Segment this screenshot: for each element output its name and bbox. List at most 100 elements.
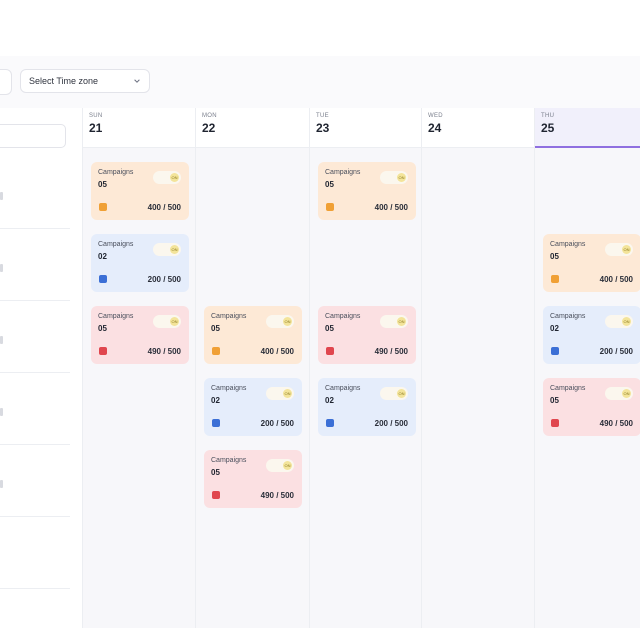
campaign-toggle[interactable]: ON [605, 243, 633, 256]
top-header-area [0, 0, 640, 56]
campaign-toggle[interactable]: ON [153, 315, 181, 328]
campaign-count: 02 [550, 324, 559, 333]
campaign-count: 02 [98, 252, 107, 261]
campaign-toggle[interactable]: ON [380, 315, 408, 328]
toggle-knob: ON [170, 245, 179, 254]
campaign-card[interactable]: Campaigns 05 ON 490 / 500 [318, 306, 416, 364]
campaign-ratio: 490 / 500 [260, 491, 294, 500]
campaign-ratio: 400 / 500 [260, 347, 294, 356]
day-number-label: 24 [428, 121, 442, 135]
campaign-title: Campaigns [550, 241, 586, 248]
campaign-icon [551, 275, 559, 283]
campaign-toggle[interactable]: ON [153, 243, 181, 256]
left-divider [0, 228, 70, 229]
campaign-count: 02 [325, 396, 334, 405]
day-of-week-label: WED [428, 113, 443, 119]
left-divider [0, 372, 70, 373]
campaign-count: 05 [211, 468, 220, 477]
campaign-card[interactable]: Campaigns 05 ON 490 / 500 [91, 306, 189, 364]
campaign-card[interactable]: Campaigns 02 ON 200 / 500 [543, 306, 640, 364]
campaign-ratio: 400 / 500 [374, 203, 408, 212]
toggle-knob: ON [170, 317, 179, 326]
campaign-toggle[interactable]: ON [605, 387, 633, 400]
campaign-toggle[interactable]: ON [266, 459, 294, 472]
campaign-count: 05 [98, 324, 107, 333]
campaign-count: 05 [325, 180, 334, 189]
day-number-label: 25 [541, 121, 555, 135]
timezone-select[interactable]: Select Time zone [20, 69, 150, 93]
day-of-week-label: MON [202, 113, 217, 119]
campaign-icon [326, 419, 334, 427]
campaign-toggle[interactable]: ON [380, 387, 408, 400]
left-panel [0, 108, 82, 628]
campaign-title: Campaigns [325, 313, 361, 320]
toggle-knob: ON [622, 245, 631, 254]
chevron-down-icon [134, 79, 140, 83]
campaign-toggle[interactable]: ON [605, 315, 633, 328]
campaign-toggle[interactable]: ON [153, 171, 181, 184]
left-divider [0, 444, 70, 445]
left-row-marker [0, 336, 3, 344]
campaign-toggle[interactable]: ON [266, 387, 294, 400]
campaign-card[interactable]: Campaigns 05 ON 490 / 500 [543, 378, 640, 436]
campaign-card[interactable]: Campaigns 02 ON 200 / 500 [91, 234, 189, 292]
toggle-knob: ON [170, 173, 179, 182]
campaign-title: Campaigns [98, 169, 134, 176]
campaign-icon [99, 203, 107, 211]
campaign-toggle[interactable]: ON [266, 315, 294, 328]
left-row-marker [0, 192, 3, 200]
day-header[interactable]: WED 24 [422, 108, 534, 148]
campaign-card[interactable]: Campaigns 05 ON 400 / 500 [91, 162, 189, 220]
left-row-marker [0, 408, 3, 416]
campaign-title: Campaigns [550, 385, 586, 392]
campaign-card[interactable]: Campaigns 05 ON 490 / 500 [204, 450, 302, 508]
campaign-ratio: 200 / 500 [599, 347, 633, 356]
day-header[interactable]: SUN 21 [83, 108, 196, 148]
day-column-mon: MON 22 Campaigns 05 ON 400 / 500 Campaigns 02 ON… [195, 108, 309, 628]
campaign-card[interactable]: Campaigns 05 ON 400 / 500 [318, 162, 416, 220]
toggle-knob: ON [622, 389, 631, 398]
campaign-title: Campaigns [98, 241, 134, 248]
timezone-select-label: Select Time zone [29, 76, 99, 86]
left-row-marker [0, 480, 3, 488]
campaign-toggle[interactable]: ON [380, 171, 408, 184]
campaign-card[interactable]: Campaigns 05 ON 400 / 500 [543, 234, 640, 292]
campaign-ratio: 490 / 500 [599, 419, 633, 428]
campaign-icon [212, 419, 220, 427]
campaign-count: 05 [98, 180, 107, 189]
toggle-knob: ON [283, 389, 292, 398]
campaign-ratio: 200 / 500 [147, 275, 181, 284]
day-of-week-label: THU [541, 113, 555, 119]
day-number-label: 23 [316, 121, 330, 135]
campaign-title: Campaigns [325, 169, 361, 176]
previous-control[interactable] [0, 69, 12, 95]
toggle-knob: ON [397, 389, 406, 398]
toggle-knob: ON [622, 317, 631, 326]
day-column-thu: THU 25 Campaigns 05 ON 400 / 500 Campaigns 02 ON… [534, 108, 640, 628]
campaign-card[interactable]: Campaigns 02 ON 200 / 500 [204, 378, 302, 436]
campaign-icon [212, 347, 220, 355]
campaign-card[interactable]: Campaigns 05 ON 400 / 500 [204, 306, 302, 364]
campaign-ratio: 200 / 500 [374, 419, 408, 428]
campaign-count: 05 [325, 324, 334, 333]
campaign-ratio: 490 / 500 [374, 347, 408, 356]
campaign-ratio: 200 / 500 [260, 419, 294, 428]
campaign-ratio: 400 / 500 [147, 203, 181, 212]
day-header[interactable]: MON 22 [196, 108, 309, 148]
day-header[interactable]: THU 25 [535, 108, 640, 148]
campaign-icon [212, 491, 220, 499]
left-divider [0, 588, 70, 589]
campaign-icon [326, 347, 334, 355]
day-header[interactable]: TUE 23 [310, 108, 421, 148]
left-divider [0, 516, 70, 517]
campaign-title: Campaigns [325, 385, 361, 392]
day-column-wed: WED 24 [421, 108, 534, 628]
campaign-count: 05 [550, 252, 559, 261]
campaign-icon [99, 275, 107, 283]
toggle-knob: ON [283, 461, 292, 470]
campaign-count: 05 [211, 324, 220, 333]
left-search-input[interactable] [0, 124, 66, 148]
campaign-icon [99, 347, 107, 355]
campaign-ratio: 490 / 500 [147, 347, 181, 356]
campaign-card[interactable]: Campaigns 02 ON 200 / 500 [318, 378, 416, 436]
